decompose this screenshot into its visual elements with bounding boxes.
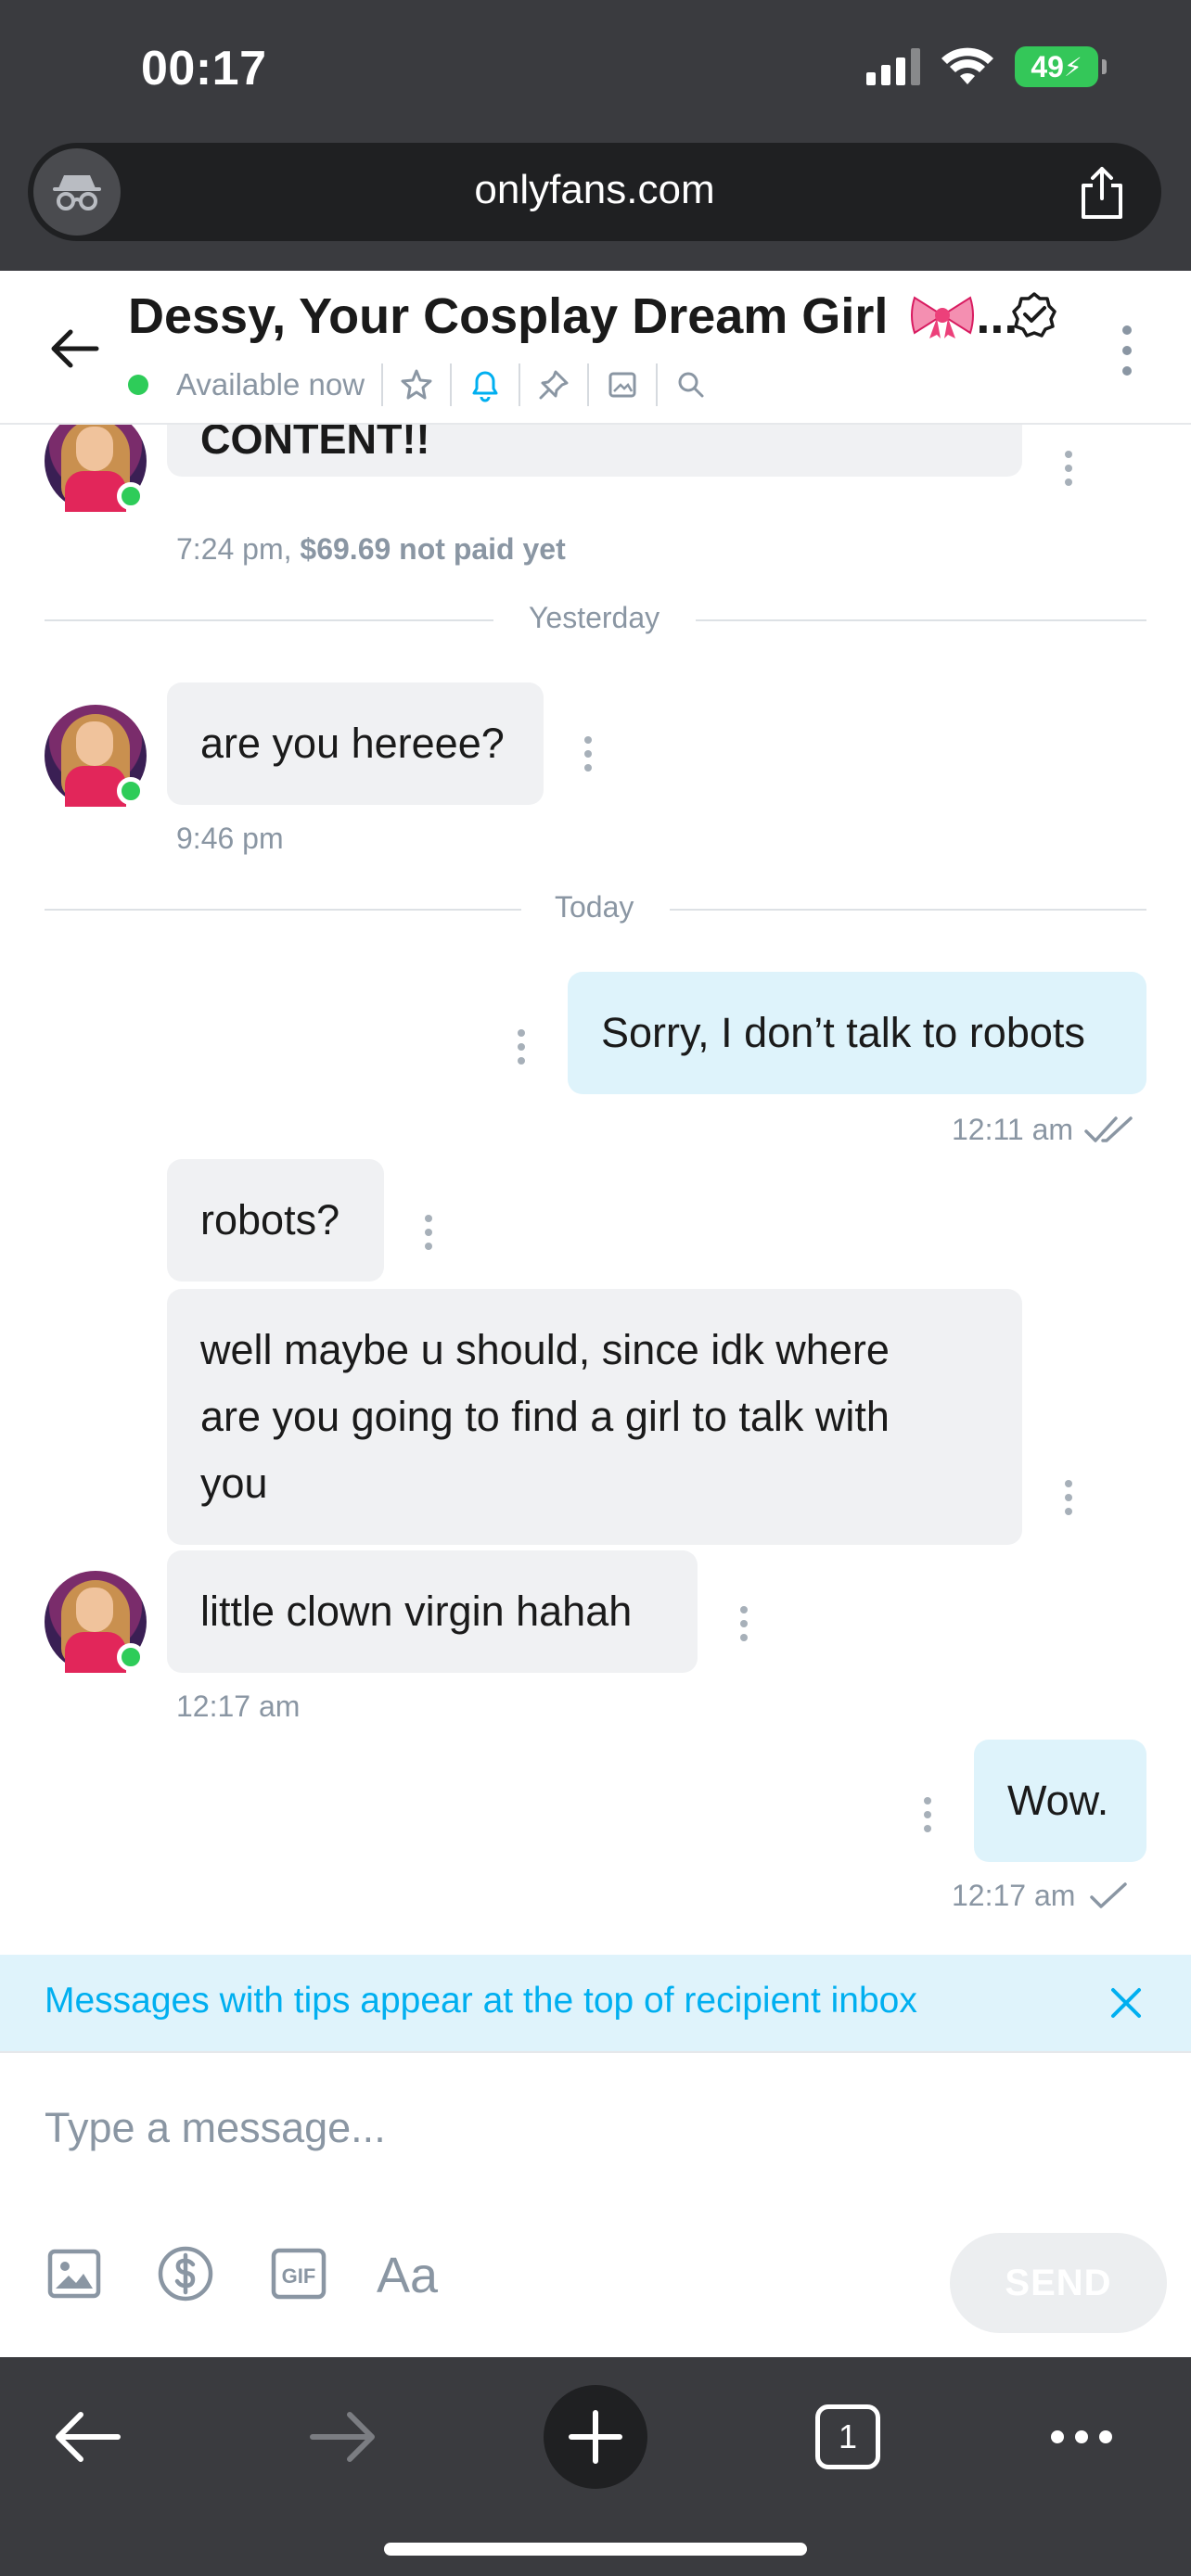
online-status-icon: [117, 777, 145, 805]
chat-title-text: Dessy, Your Cosplay Dream Girl: [128, 288, 889, 344]
tip-notice-banner: Messages with tips appear at the top of …: [0, 1955, 1191, 2051]
message-text: are you hereee?: [200, 720, 505, 767]
avatar[interactable]: [45, 425, 147, 512]
url-text[interactable]: onlyfans.com: [28, 167, 1161, 213]
message-time: 9:46 pm: [176, 822, 284, 855]
cellular-signal-icon: [866, 48, 920, 85]
favorite-star-icon[interactable]: [381, 363, 450, 406]
svg-text:GIF: GIF: [282, 2264, 316, 2288]
pin-icon[interactable]: [519, 363, 587, 406]
share-icon[interactable]: [1076, 165, 1128, 221]
message-time: 7:24 pm,: [176, 532, 292, 566]
tip-dollar-icon[interactable]: [156, 2244, 215, 2303]
wifi-icon: [941, 47, 993, 84]
online-status-icon: [117, 1643, 145, 1671]
verified-icon: [1012, 292, 1057, 338]
back-arrow-icon[interactable]: [46, 321, 102, 376]
search-icon[interactable]: [656, 363, 724, 406]
message-text: little clown virgin hahah: [200, 1588, 633, 1635]
chat-title[interactable]: Dessy, Your Cosplay Dream Girl ...: [128, 287, 1018, 345]
new-tab-button[interactable]: [544, 2385, 647, 2489]
browser-forward-button[interactable]: [299, 2392, 388, 2481]
close-icon[interactable]: [1106, 1983, 1146, 2023]
more-menu-button[interactable]: [1037, 2392, 1126, 2481]
message-options-icon[interactable]: [516, 1029, 527, 1068]
message-time: 12:11 am: [952, 1113, 1074, 1146]
message-bubble-incoming[interactable]: robots?: [167, 1159, 384, 1282]
browser-back-button[interactable]: [43, 2392, 132, 2481]
message-options-icon[interactable]: [583, 736, 594, 775]
message-bubble-incoming[interactable]: CONTENT!!: [167, 425, 1022, 477]
browser-top-chrome: 00:17 49 ⚡ onlyfans.com: [0, 0, 1191, 271]
image-icon[interactable]: [45, 2244, 104, 2303]
back-arrow-icon: [56, 2412, 121, 2462]
avatar[interactable]: [45, 705, 147, 807]
message-text-line: you: [200, 1460, 268, 1507]
browser-bottom-toolbar: 1: [0, 2357, 1191, 2576]
plus-icon: [569, 2410, 622, 2464]
url-bar[interactable]: onlyfans.com: [28, 143, 1161, 241]
more-dots-icon: [1051, 2430, 1112, 2443]
read-double-check-icon: [1084, 1116, 1133, 1142]
home-indicator[interactable]: [384, 2543, 807, 2556]
date-divider-label: Today: [555, 890, 634, 924]
forward-arrow-icon: [310, 2412, 375, 2462]
message-composer: GIF Aa SEND: [0, 2051, 1191, 2357]
status-icons: 49 ⚡: [866, 46, 1107, 87]
presence-row: Available now: [128, 363, 724, 406]
message-bubble-outgoing[interactable]: Wow.: [974, 1740, 1146, 1862]
battery-level: 49: [1031, 49, 1064, 83]
message-list[interactable]: CONTENT!! 7:24 pm, $69.69 not paid yet Y…: [0, 425, 1191, 1955]
message-text-line: well maybe u should, since idk where: [200, 1326, 890, 1373]
message-options-icon[interactable]: [1063, 1480, 1074, 1519]
message-options-icon[interactable]: [922, 1797, 933, 1836]
notifications-bell-icon[interactable]: [450, 363, 519, 406]
date-divider: Yesterday: [45, 601, 1146, 638]
price-status: $69.69 not paid yet: [300, 532, 566, 566]
message-meta: 7:24 pm, $69.69 not paid yet: [176, 532, 566, 567]
text-format-icon[interactable]: Aa: [375, 2244, 445, 2303]
message-status: 12:17 am: [952, 1879, 1134, 1913]
tabs-button[interactable]: 1: [803, 2392, 892, 2481]
message-text: CONTENT!!: [200, 425, 430, 463]
message-text: Sorry, I don’t talk to robots: [601, 1009, 1085, 1056]
message-time: 12:17 am: [176, 1690, 301, 1723]
date-divider: Today: [45, 890, 1146, 927]
message-bubble-incoming[interactable]: little clown virgin hahah: [167, 1550, 698, 1673]
presence-text: Available now: [176, 367, 365, 402]
message-options-icon[interactable]: [423, 1215, 434, 1254]
sent-check-icon: [1090, 1881, 1128, 1908]
online-status-icon: [128, 375, 148, 395]
date-divider-label: Yesterday: [529, 601, 660, 634]
chat-header: Dessy, Your Cosplay Dream Girl ... Avail…: [0, 271, 1191, 425]
message-text: robots?: [200, 1196, 340, 1243]
send-button[interactable]: SEND: [950, 2233, 1167, 2333]
message-text-line: are you going to find a girl to talk wit…: [200, 1393, 890, 1440]
message-bubble-incoming[interactable]: well maybe u should, since idk where are…: [167, 1289, 1022, 1545]
message-options-icon[interactable]: [738, 1606, 749, 1645]
battery-icon: 49 ⚡: [1015, 46, 1107, 87]
message-text: Wow.: [1007, 1777, 1109, 1824]
tip-notice-text: Messages with tips appear at the top of …: [45, 1981, 917, 2021]
tab-count: 1: [815, 2404, 880, 2469]
gallery-icon[interactable]: [587, 363, 656, 406]
svg-text:Aa: Aa: [377, 2248, 439, 2303]
message-input[interactable]: [45, 2096, 972, 2161]
message-options-icon[interactable]: [1063, 451, 1074, 490]
message-bubble-incoming[interactable]: are you hereee?: [167, 682, 544, 805]
status-time: 00:17: [141, 42, 267, 96]
message-bubble-outgoing[interactable]: Sorry, I don’t talk to robots: [568, 972, 1146, 1094]
gif-icon[interactable]: GIF: [269, 2244, 328, 2303]
chat-options-icon[interactable]: [1113, 323, 1141, 378]
bow-emoji-icon: [911, 296, 975, 338]
message-time: 12:17 am: [952, 1879, 1076, 1912]
online-status-icon: [117, 482, 145, 510]
message-status: 12:11 am: [952, 1113, 1138, 1147]
avatar[interactable]: [45, 1571, 147, 1673]
